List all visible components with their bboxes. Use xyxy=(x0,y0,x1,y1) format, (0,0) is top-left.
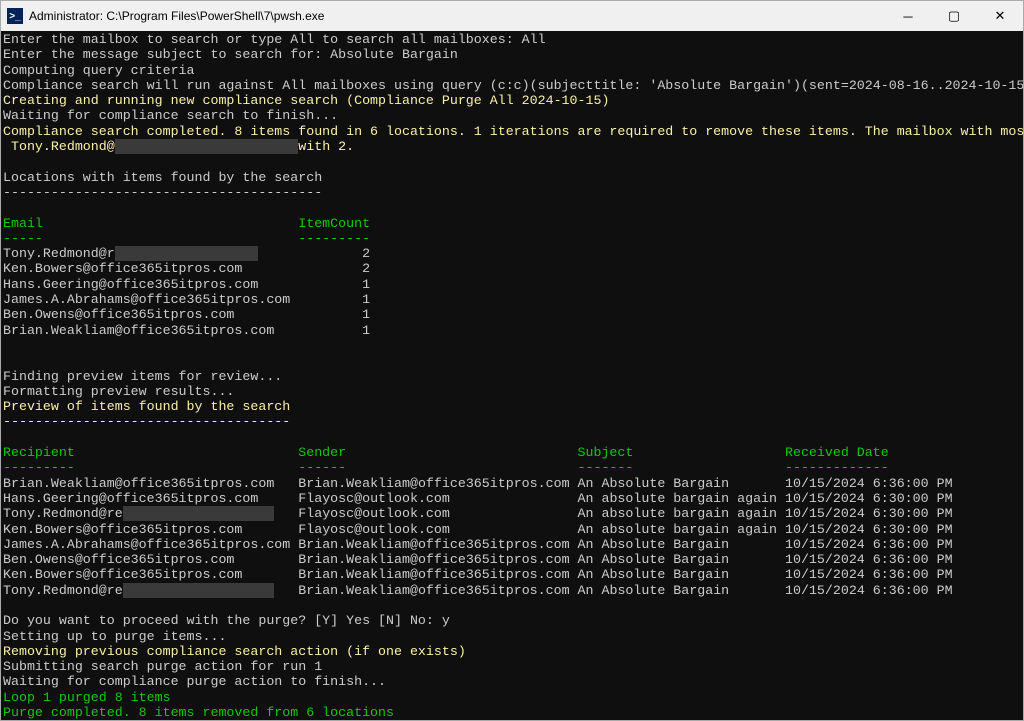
powershell-icon: >_ xyxy=(7,8,23,24)
close-button[interactable]: ✕ xyxy=(977,1,1023,31)
titlebar[interactable]: >_ Administrator: C:\Program Files\Power… xyxy=(1,1,1023,31)
window-frame: >_ Administrator: C:\Program Files\Power… xyxy=(0,0,1024,721)
maximize-button[interactable]: ▢ xyxy=(931,1,977,31)
minimize-button[interactable]: ─ xyxy=(885,1,931,31)
terminal-output[interactable]: Enter the mailbox to search or type All … xyxy=(1,31,1023,720)
window-title: Administrator: C:\Program Files\PowerShe… xyxy=(29,9,885,23)
